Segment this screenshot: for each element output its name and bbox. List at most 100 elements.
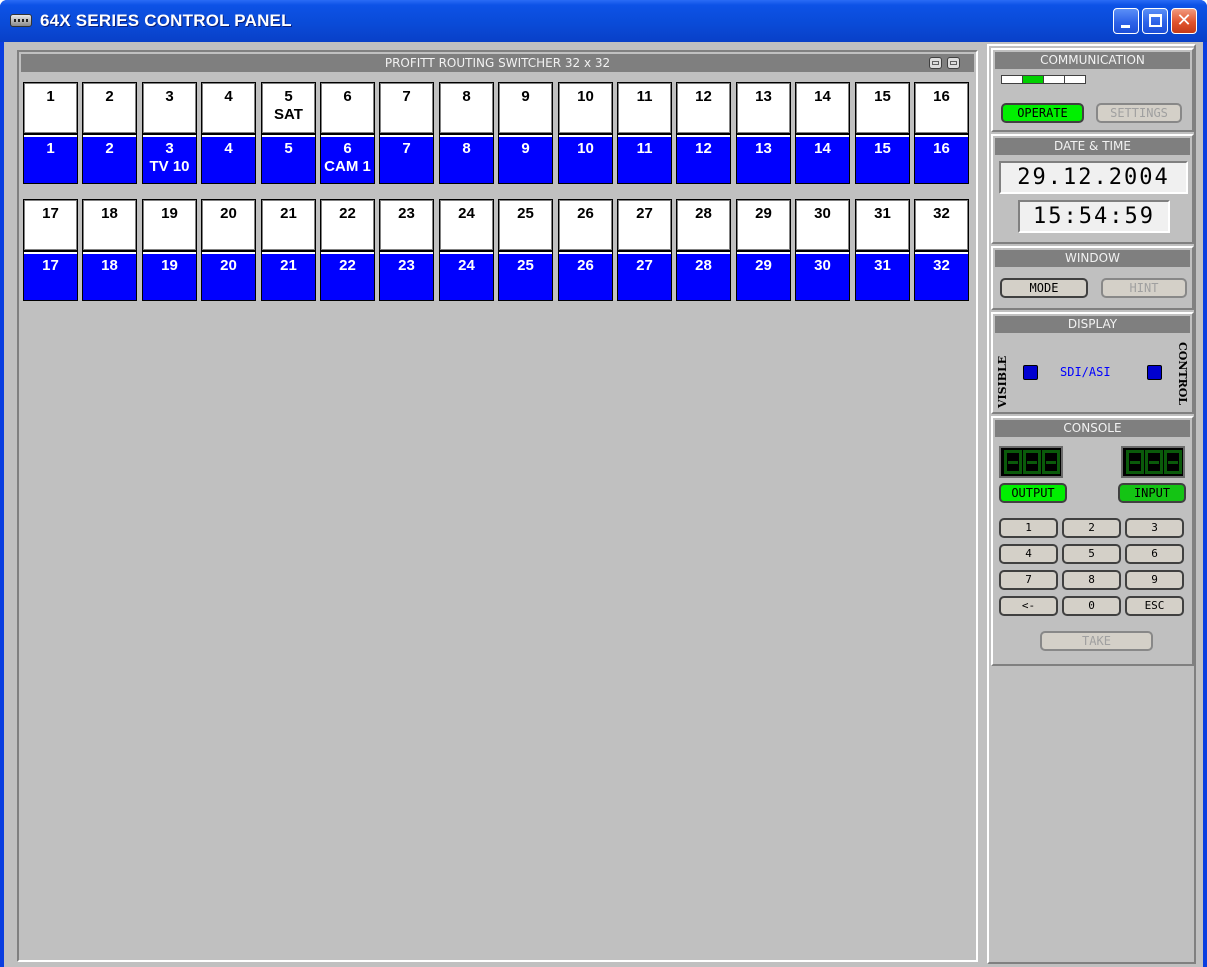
input-button[interactable]: 11 [618, 135, 671, 183]
input-button[interactable]: 4 [202, 135, 255, 183]
output-button[interactable]: 18 [83, 200, 136, 250]
keypad-key[interactable]: 5 [1062, 544, 1121, 564]
input-button[interactable]: 28 [677, 252, 730, 300]
input-button[interactable]: 25 [499, 252, 552, 300]
input-button[interactable]: 9 [499, 135, 552, 183]
input-button[interactable]: 7 [380, 135, 433, 183]
output-button[interactable]: 20 [202, 200, 255, 250]
visible-indicator[interactable] [1023, 365, 1038, 380]
crosspoint-cell[interactable]: 28 28 [676, 199, 731, 301]
keypad-key[interactable]: 6 [1125, 544, 1184, 564]
crosspoint-cell[interactable]: 5 SAT 5 [261, 82, 316, 184]
output-button[interactable]: 26 [559, 200, 612, 250]
output-button[interactable]: 5 SAT [262, 83, 315, 133]
input-button[interactable]: 27 [618, 252, 671, 300]
input-button[interactable]: 21 [262, 252, 315, 300]
input-button[interactable]: 24 [440, 252, 493, 300]
output-button[interactable]: 6 [321, 83, 374, 133]
input-button[interactable]: 20 [202, 252, 255, 300]
output-button[interactable]: 12 [677, 83, 730, 133]
close-button[interactable]: ✕ [1171, 8, 1197, 34]
crosspoint-cell[interactable]: 26 26 [558, 199, 613, 301]
input-button[interactable]: 10 [559, 135, 612, 183]
crosspoint-cell[interactable]: 99 [498, 82, 553, 184]
input-button[interactable]: 14 [796, 135, 849, 183]
input-button[interactable]: 2 [83, 135, 136, 183]
crosspoint-cell[interactable]: 31 31 [855, 199, 910, 301]
output-button[interactable]: 1 [24, 83, 77, 133]
take-button[interactable]: TAKE [1040, 631, 1153, 651]
input-button[interactable]: 15 [856, 135, 909, 183]
keypad-key[interactable]: 0 [1062, 596, 1121, 616]
input-button[interactable]: 8 [440, 135, 493, 183]
output-button[interactable]: 25 [499, 200, 552, 250]
output-button[interactable]: 27 [618, 200, 671, 250]
crosspoint-cell[interactable]: 22 22 [320, 199, 375, 301]
mode-button[interactable]: MODE [1000, 278, 1088, 298]
crosspoint-cell[interactable]: 24 24 [439, 199, 494, 301]
input-button[interactable]: 6 CAM 1 [321, 135, 374, 183]
crosspoint-cell[interactable]: 29 29 [736, 199, 791, 301]
keypad-key[interactable]: 3 [1125, 518, 1184, 538]
crosspoint-cell[interactable]: 22 [82, 82, 137, 184]
output-button[interactable]: 23 [380, 200, 433, 250]
input-button[interactable]: 1 [24, 135, 77, 183]
keypad-key[interactable]: ESC [1125, 596, 1184, 616]
output-button[interactable]: 22 [321, 200, 374, 250]
keypad-key[interactable]: 1 [999, 518, 1058, 538]
panel-restore-button[interactable] [929, 57, 942, 69]
output-button[interactable]: 2 [83, 83, 136, 133]
output-button[interactable]: 10 [559, 83, 612, 133]
settings-button[interactable]: SETTINGS [1096, 103, 1182, 123]
crosspoint-cell[interactable]: 17 17 [23, 199, 78, 301]
output-button[interactable]: 24 [440, 200, 493, 250]
crosspoint-cell[interactable]: 12 12 [676, 82, 731, 184]
crosspoint-cell[interactable]: 21 21 [261, 199, 316, 301]
output-button[interactable]: 29 [737, 200, 790, 250]
crosspoint-cell[interactable]: 11 [23, 82, 78, 184]
output-button[interactable]: 13 [737, 83, 790, 133]
input-button[interactable]: 17 [24, 252, 77, 300]
keypad-key[interactable]: 2 [1062, 518, 1121, 538]
panel-minimize-button[interactable] [947, 57, 960, 69]
minimize-button[interactable] [1113, 8, 1139, 34]
output-button[interactable]: 28 [677, 200, 730, 250]
keypad-key[interactable]: 9 [1125, 570, 1184, 590]
crosspoint-cell[interactable]: 6 6 CAM 1 [320, 82, 375, 184]
output-button[interactable]: 11 [618, 83, 671, 133]
input-button[interactable]: INPUT [1118, 483, 1186, 503]
crosspoint-cell[interactable]: 27 27 [617, 199, 672, 301]
input-button[interactable]: 18 [83, 252, 136, 300]
output-button[interactable]: 17 [24, 200, 77, 250]
crosspoint-cell[interactable]: 77 [379, 82, 434, 184]
output-button[interactable]: 9 [499, 83, 552, 133]
keypad-key[interactable]: 8 [1062, 570, 1121, 590]
output-button[interactable]: 4 [202, 83, 255, 133]
input-button[interactable]: 30 [796, 252, 849, 300]
output-button[interactable]: 14 [796, 83, 849, 133]
input-button[interactable]: 5 [262, 135, 315, 183]
crosspoint-cell[interactable]: 16 16 [914, 82, 969, 184]
keypad-key[interactable]: 4 [999, 544, 1058, 564]
keypad-key[interactable]: <- [999, 596, 1058, 616]
output-button[interactable]: 15 [856, 83, 909, 133]
crosspoint-cell[interactable]: 10 10 [558, 82, 613, 184]
input-button[interactable]: 13 [737, 135, 790, 183]
input-button[interactable]: 19 [143, 252, 196, 300]
crosspoint-cell[interactable]: 18 18 [82, 199, 137, 301]
output-button[interactable]: 3 [143, 83, 196, 133]
crosspoint-cell[interactable]: 19 19 [142, 199, 197, 301]
crosspoint-cell[interactable]: 14 14 [795, 82, 850, 184]
crosspoint-cell[interactable]: 11 11 [617, 82, 672, 184]
keypad-key[interactable]: 7 [999, 570, 1058, 590]
title-bar[interactable]: 64X SERIES CONTROL PANEL ✕ [0, 0, 1207, 42]
operate-button[interactable]: OPERATE [1001, 103, 1084, 123]
output-button[interactable]: 32 [915, 200, 968, 250]
crosspoint-cell[interactable]: 25 25 [498, 199, 553, 301]
maximize-button[interactable] [1142, 8, 1168, 34]
crosspoint-cell[interactable]: 3 3 TV 10 [142, 82, 197, 184]
output-button[interactable]: 21 [262, 200, 315, 250]
crosspoint-cell[interactable]: 23 23 [379, 199, 434, 301]
output-button[interactable]: 31 [856, 200, 909, 250]
hint-button[interactable]: HINT [1101, 278, 1187, 298]
